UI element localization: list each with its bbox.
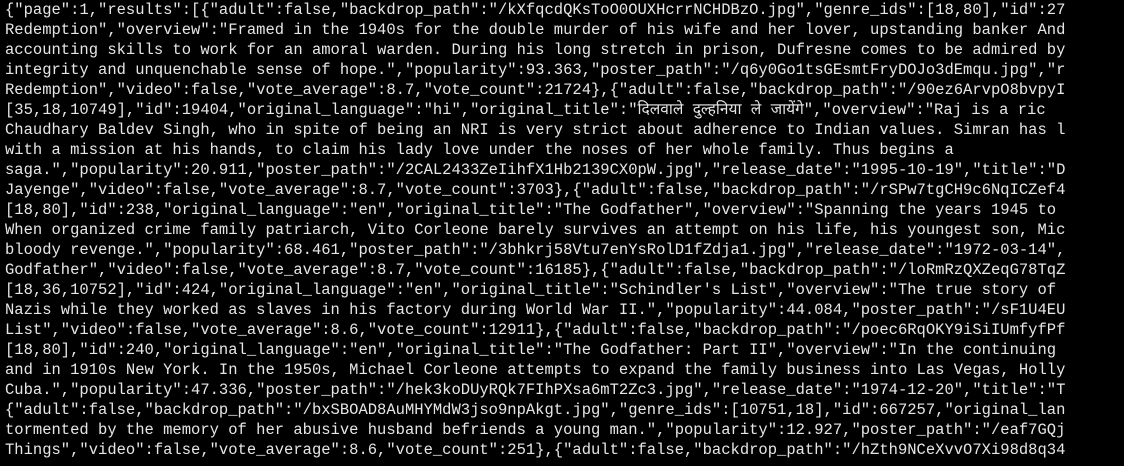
json-line: Redemption","video":false,"vote_average"…: [5, 81, 1066, 99]
json-line: [35,18,10749],"id":19404,"original_langu…: [5, 101, 1046, 119]
json-line: integrity and unquenchable sense of hope…: [5, 61, 1066, 79]
json-line: tormented by the memory of her abusive h…: [5, 421, 1066, 439]
json-line: with a mission at his hands, to claim hi…: [5, 141, 954, 159]
json-line: Nazis while they worked as slaves in his…: [5, 301, 1066, 319]
json-line: and in 1910s New York. In the 1950s, Mic…: [5, 361, 1066, 379]
json-line: List","video":false,"vote_average":8.6,"…: [5, 321, 1066, 339]
json-line: Jayenge","video":false,"vote_average":8.…: [5, 181, 1066, 199]
json-line: accounting skills to work for an amoral …: [5, 41, 1066, 59]
json-line: Cuba.","popularity":47.336,"poster_path"…: [5, 381, 1066, 399]
json-line: saga.","popularity":20.911,"poster_path"…: [5, 161, 1066, 179]
json-line: [18,80],"id":240,"original_language":"en…: [5, 341, 1057, 359]
raw-json-text[interactable]: {"page":1,"results":[{"adult":false,"bac…: [0, 0, 1124, 460]
json-line: {"page":1,"results":[{"adult":false,"bac…: [5, 1, 1066, 19]
json-line: When organized crime family patriarch, V…: [5, 221, 1066, 239]
json-line: Things","video":false,"vote_average":8.6…: [5, 441, 1066, 459]
json-line: Godfather","video":false,"vote_average":…: [5, 261, 1066, 279]
json-line: {"adult":false,"backdrop_path":"/bxSBOAD…: [5, 401, 1066, 419]
json-line: bloody revenge.","popularity":68.461,"po…: [5, 241, 1066, 259]
json-line: Chaudhary Baldev Singh, who in spite of …: [5, 121, 1066, 139]
json-response-viewport[interactable]: {"page":1,"results":[{"adult":false,"bac…: [0, 0, 1124, 466]
json-line: [18,80],"id":238,"original_language":"en…: [5, 201, 1057, 219]
json-line: [18,36,10752],"id":424,"original_languag…: [5, 281, 1057, 299]
json-line: Redemption","overview":"Framed in the 19…: [5, 21, 1066, 39]
